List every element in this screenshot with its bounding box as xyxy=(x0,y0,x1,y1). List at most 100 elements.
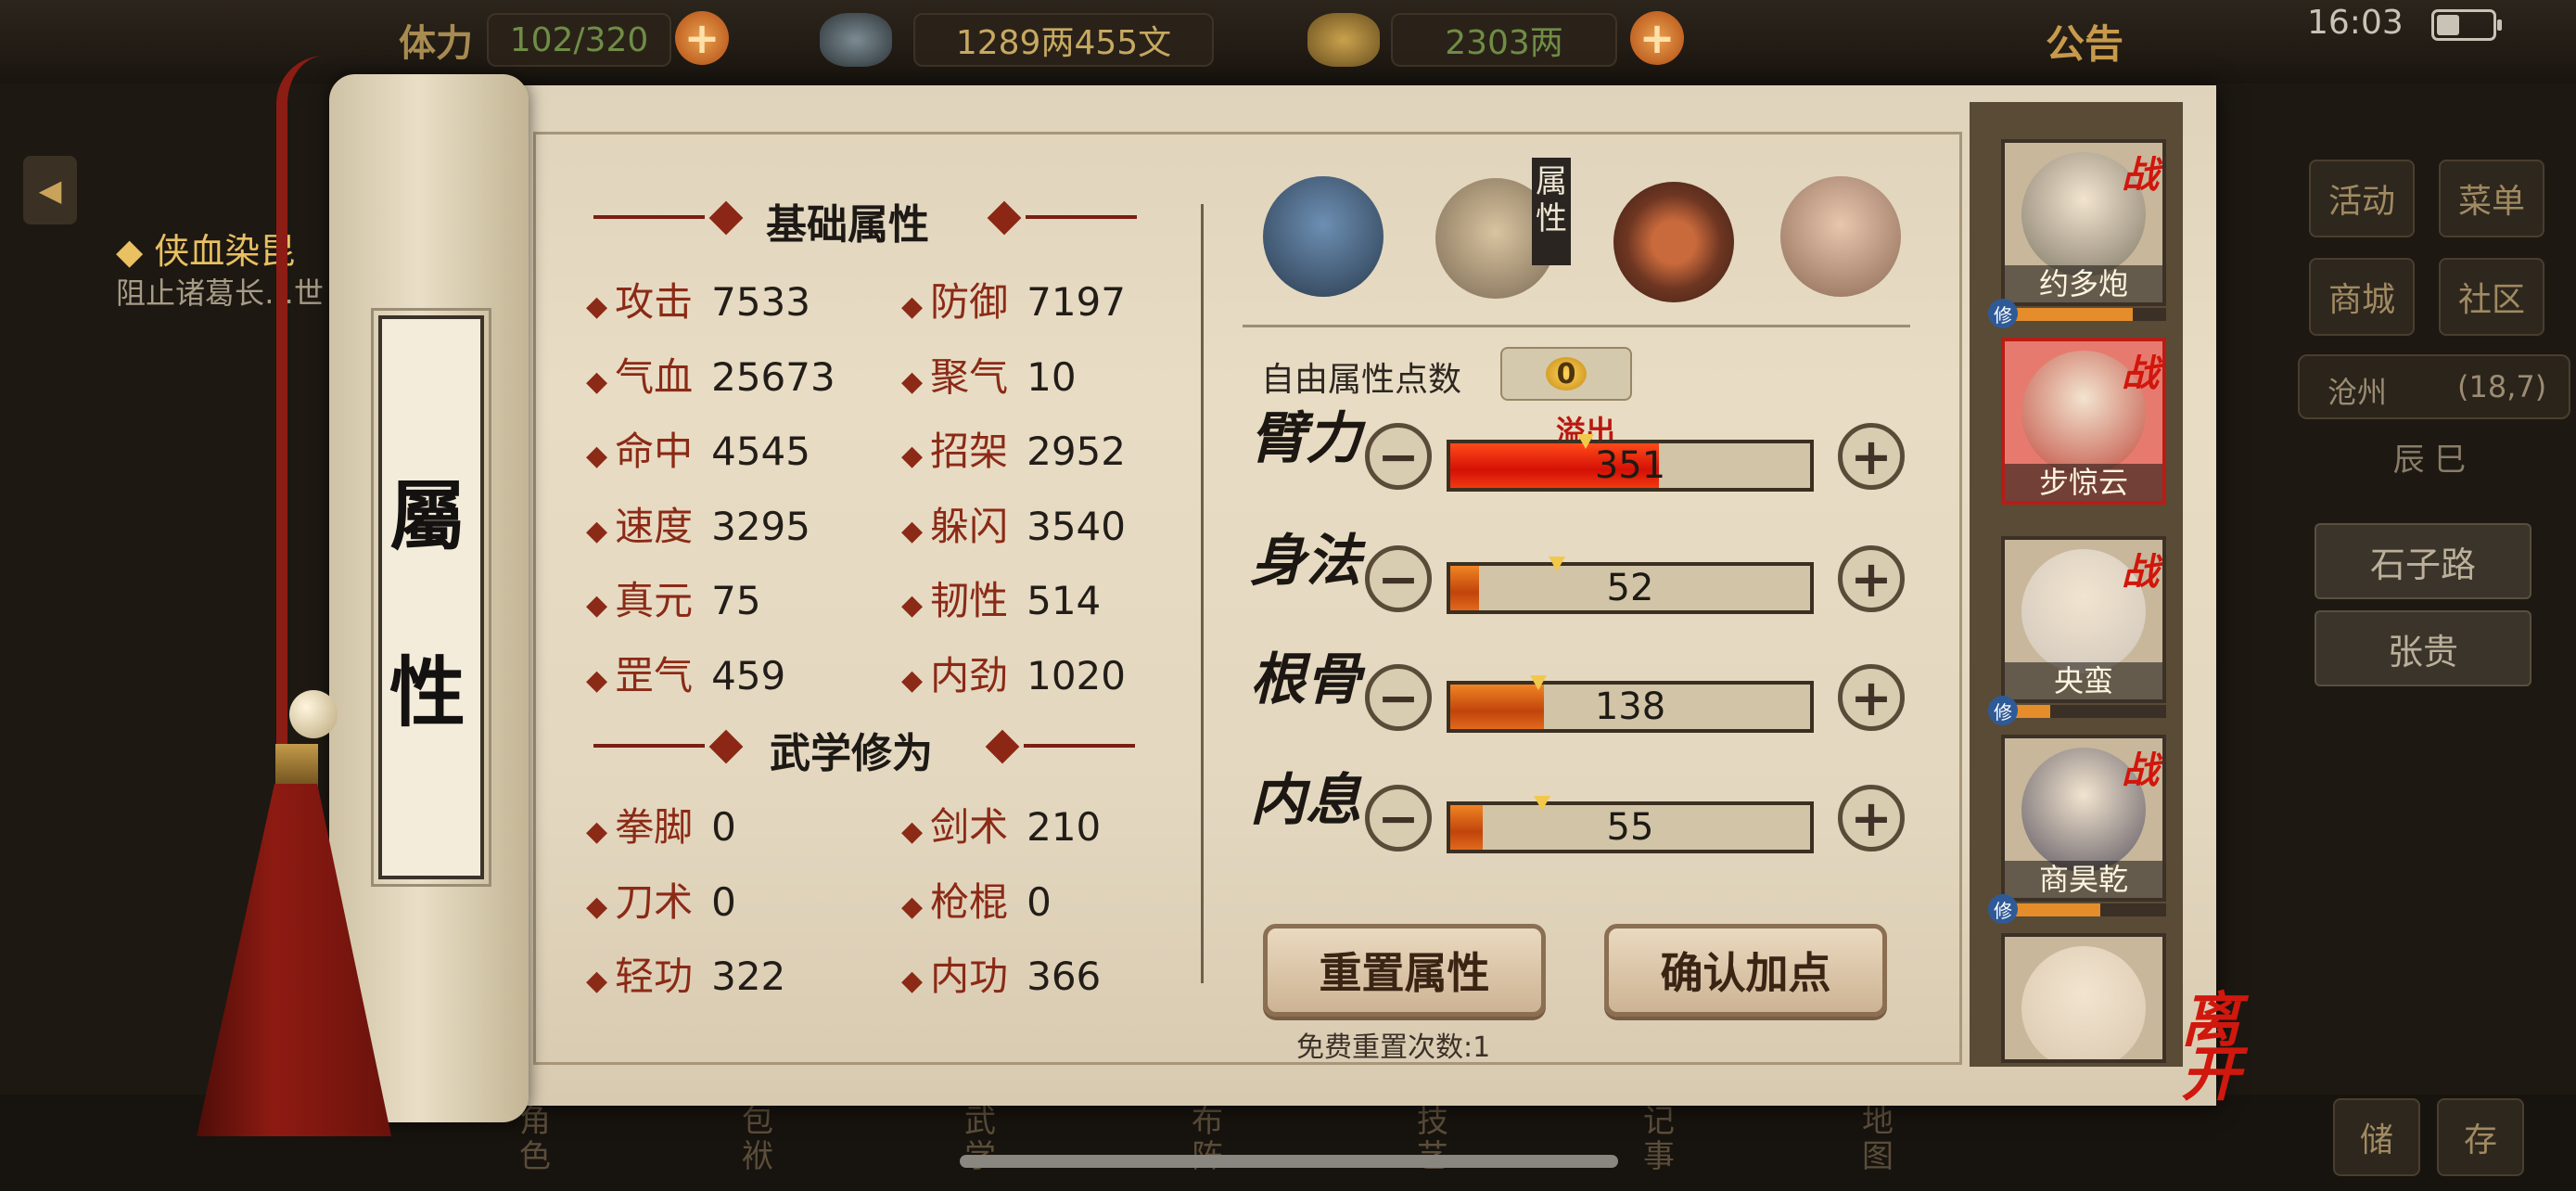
stat-value: 2952 xyxy=(1027,429,1126,474)
cultivation-bar xyxy=(2001,705,2166,718)
stat-label: 防御 xyxy=(930,279,1009,325)
tab-attributes[interactable]: 属性 xyxy=(1532,158,1571,265)
nav-bag[interactable]: 包袱 xyxy=(742,1104,788,1174)
diamond-icon: ◆ xyxy=(586,663,608,697)
nav-journal[interactable]: 记事 xyxy=(1643,1104,1690,1174)
menu-button[interactable]: 菜单 xyxy=(2439,160,2544,237)
section-line-right xyxy=(1024,744,1135,748)
free-reset-count: 免费重置次数:1 xyxy=(1296,1031,1491,1064)
increase-button[interactable]: + xyxy=(1838,664,1905,731)
location-name: 沧州 xyxy=(2327,375,2388,410)
stat-value: 0 xyxy=(711,804,736,850)
diamond-icon: ◆ xyxy=(901,365,924,398)
nav-map[interactable]: 地图 xyxy=(1862,1104,1908,1174)
cultivation-tag-icon: 修 xyxy=(1988,696,2018,725)
diamond-icon: ◆ xyxy=(901,514,924,547)
stat-value: 75 xyxy=(711,578,761,623)
meridian-body-icon[interactable] xyxy=(1780,176,1901,297)
stat-label: 内功 xyxy=(930,954,1009,999)
stat-item: ◆ 罡气 459 xyxy=(586,645,785,701)
increase-button[interactable]: + xyxy=(1838,423,1905,490)
battle-mark-icon: 战 xyxy=(2122,154,2159,197)
time-slot: 辰 巳 xyxy=(2392,442,2467,479)
party-member-name: 步惊云 xyxy=(2005,464,2162,501)
stat-item: ◆ 气血 25673 xyxy=(586,346,835,403)
section-line-left xyxy=(593,215,705,219)
stat-label: 聚气 xyxy=(930,353,1009,400)
add-stamina-button[interactable]: + xyxy=(675,11,729,65)
stat-label: 真元 xyxy=(615,578,694,623)
base-marker xyxy=(1530,675,1547,690)
add-gold-button[interactable]: + xyxy=(1630,11,1684,65)
reset-attributes-button[interactable]: 重置属性 xyxy=(1263,924,1546,1017)
confirm-points-button[interactable]: 确认加点 xyxy=(1604,924,1887,1017)
party-member-card[interactable]: 商昊乾 战 xyxy=(2001,735,2166,902)
stat-item: ◆ 内劲 1020 xyxy=(901,645,1126,701)
diamond-icon: ◆ xyxy=(586,365,608,398)
diamond-icon: ◆ xyxy=(901,589,924,621)
decrease-button[interactable]: − xyxy=(1365,785,1432,852)
party-member-name: 商昊乾 xyxy=(2005,861,2162,898)
stat-item: ◆ 速度 3295 xyxy=(586,495,810,552)
stat-label: 罡气 xyxy=(615,652,694,698)
increase-button[interactable]: + xyxy=(1838,785,1905,852)
diamond-icon: ◆ xyxy=(586,890,608,923)
nav-role[interactable]: 角色 xyxy=(519,1104,566,1174)
stat-item: ◆ 命中 4545 xyxy=(586,420,810,477)
activity-button[interactable]: 活动 xyxy=(2309,160,2415,237)
stat-value: 3295 xyxy=(711,503,810,549)
panel-divider xyxy=(1201,204,1204,983)
battle-mark-icon: 战 xyxy=(2122,352,2159,395)
stat-label: 内劲 xyxy=(930,652,1009,698)
decrease-button[interactable]: − xyxy=(1365,423,1432,490)
section-line-left xyxy=(593,744,705,748)
status-clock: 16:03 xyxy=(2307,4,2404,42)
party-member-card[interactable] xyxy=(2001,933,2166,1063)
home-indicator xyxy=(960,1155,1618,1168)
decrease-button[interactable]: − xyxy=(1365,664,1432,731)
gold-ingot-icon xyxy=(1307,13,1380,67)
stat-item: ◆ 拳脚 0 xyxy=(586,796,736,852)
npc-stone-road[interactable]: 石子路 xyxy=(2315,523,2531,599)
cultivation-bar xyxy=(2001,308,2166,321)
free-points-box: 0 xyxy=(1500,347,1632,401)
quest-title[interactable]: ◆ 侠血染昆 xyxy=(116,223,295,274)
cultivation-tag-icon: 修 xyxy=(1988,894,2018,924)
party-member-card[interactable]: 央蛮 战 xyxy=(2001,536,2166,703)
silver-display: 1289两455文 xyxy=(913,13,1214,67)
attribute-value: 55 xyxy=(1606,806,1654,849)
stat-value: 459 xyxy=(711,652,786,698)
decrease-button[interactable]: − xyxy=(1365,545,1432,612)
battery-icon xyxy=(2431,9,2502,41)
silver-ingot-icon xyxy=(820,13,892,67)
character-portrait-icon[interactable] xyxy=(1263,176,1384,297)
scroll-title-char-1: 屬 xyxy=(389,472,465,561)
npc-zhang-gui[interactable]: 张贵 xyxy=(2315,610,2531,686)
tabs-divider xyxy=(1243,325,1910,327)
stat-value: 4545 xyxy=(711,429,810,474)
shop-button[interactable]: 商城 xyxy=(2309,258,2415,336)
free-points-value: 0 xyxy=(1546,357,1587,391)
diamond-icon: ◆ xyxy=(586,290,608,323)
diamond-icon: ◆ xyxy=(901,965,924,997)
stat-item: ◆ 躲闪 3540 xyxy=(901,495,1126,552)
increase-button[interactable]: + xyxy=(1838,545,1905,612)
tassel-rope xyxy=(276,56,325,770)
attribute-name: 臂力 xyxy=(1250,406,1361,471)
storage-button-2[interactable]: 存 xyxy=(2437,1098,2524,1176)
party-member-name: 约多炮 xyxy=(2005,265,2162,302)
party-member-card[interactable]: 约多炮 战 xyxy=(2001,139,2166,306)
stat-label: 拳脚 xyxy=(615,804,694,850)
stat-item: ◆ 刀术 0 xyxy=(586,871,736,928)
bagua-icon[interactable] xyxy=(1613,182,1734,302)
collapse-left-button[interactable]: ◀ xyxy=(23,156,77,224)
stat-label: 命中 xyxy=(615,429,694,474)
announcement-button[interactable]: 公告 xyxy=(2046,13,2123,70)
party-member-card[interactable]: 步惊云 战 xyxy=(2001,338,2166,505)
stat-item: ◆ 内功 366 xyxy=(901,945,1101,1002)
base-marker xyxy=(1548,557,1565,571)
leave-button[interactable]: 离开 xyxy=(2181,992,2264,1105)
gold-display: 2303两 xyxy=(1391,13,1617,67)
storage-button-1[interactable]: 储 xyxy=(2333,1098,2420,1176)
community-button[interactable]: 社区 xyxy=(2439,258,2544,336)
